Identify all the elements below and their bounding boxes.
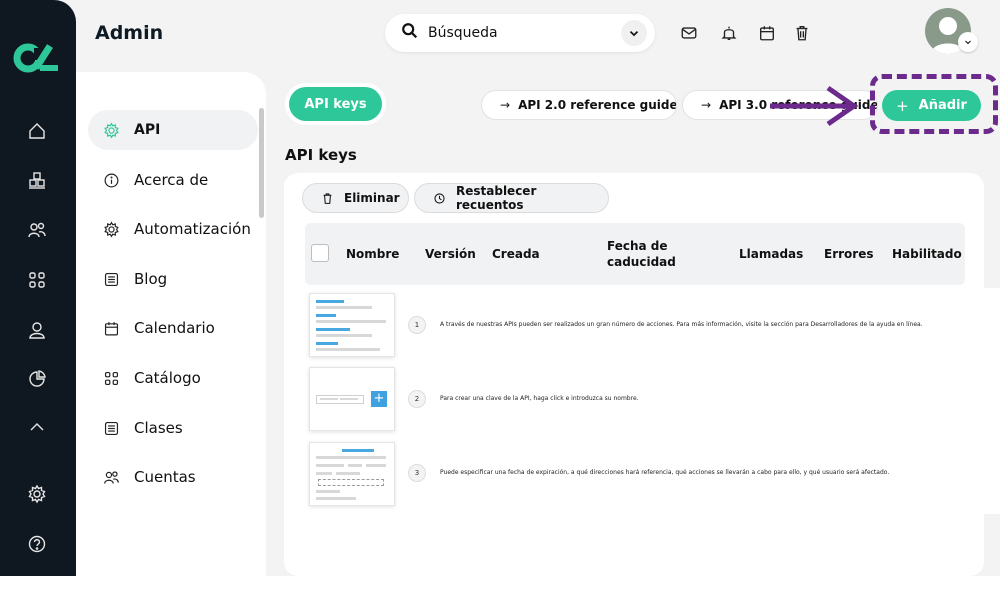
chevron-down-icon[interactable] [621, 20, 647, 46]
calendar-icon [102, 319, 120, 337]
sidebar-item-clases[interactable]: Clases [88, 408, 258, 448]
column-header-nombre[interactable]: Nombre [346, 246, 399, 262]
step-text: A través de nuestras APIs pueden ser rea… [440, 321, 923, 328]
api-2-reference-button[interactable]: → API 2.0 reference guide [481, 90, 677, 120]
sidebar-item-label: Cuentas [134, 468, 196, 486]
calendar-icon[interactable] [758, 24, 776, 42]
home-icon[interactable] [26, 120, 48, 142]
info-icon [102, 171, 120, 189]
sidebar-item-label: Automatización [134, 220, 251, 238]
column-header-fecha-caducidad[interactable]: Fecha de caducidad [607, 238, 687, 270]
search-input[interactable]: Búsqueda [428, 25, 498, 41]
sidebar-item-api[interactable]: API [88, 110, 258, 150]
instruction-thumbnail [309, 293, 395, 357]
help-icon[interactable] [26, 533, 48, 555]
sidebar-item-label: Blog [134, 270, 168, 288]
grid-icon[interactable] [26, 269, 48, 291]
step-number: 3 [408, 464, 426, 482]
sidebar-item-catalogo[interactable]: Catálogo [88, 358, 258, 398]
arrow-right-icon: → [701, 98, 712, 112]
button-label: API 2.0 reference guide [518, 98, 677, 112]
clock-icon [434, 192, 445, 204]
arrow-right-icon: → [500, 98, 511, 112]
chevron-up-icon[interactable] [26, 416, 48, 438]
sidebar-item-label: Clases [134, 419, 183, 437]
users-icon [102, 468, 120, 486]
sidebar-item-label: Calendario [134, 319, 215, 337]
sidebar-item-blog[interactable]: Blog [88, 259, 258, 299]
icon-rail [0, 0, 76, 576]
step-number: 2 [408, 390, 426, 408]
sidebar-item-automatizacion[interactable]: Automatización [88, 209, 258, 249]
column-header-version[interactable]: Versión [425, 246, 476, 262]
sidebar-item-label: Acerca de [134, 171, 209, 189]
sidebar-item-cuentas[interactable]: Cuentas [88, 457, 258, 497]
trash-icon[interactable] [793, 24, 811, 42]
button-label: Restablecer recuentos [456, 184, 537, 212]
avatar-menu-chevron-icon[interactable] [958, 32, 978, 52]
gear-icon [102, 220, 120, 238]
list-icon [102, 419, 120, 437]
gear-icon[interactable] [26, 483, 48, 505]
column-header-errores[interactable]: Errores [824, 246, 873, 262]
sidebar-item-label: Catálogo [134, 369, 201, 387]
bell-icon[interactable] [720, 24, 738, 42]
trash-icon [323, 192, 332, 204]
sidebar-item-acerca-de[interactable]: Acerca de [88, 160, 258, 200]
search-icon [401, 22, 419, 44]
page-title: Admin [95, 22, 164, 44]
mail-icon[interactable] [680, 24, 698, 42]
gear-icon [102, 121, 120, 139]
column-header-habilitado[interactable]: Habilitado [892, 246, 962, 262]
users-icon[interactable] [26, 219, 48, 241]
instruction-thumbnail: + [309, 367, 395, 431]
app-frame: Admin Búsqueda API Acerca de Automatizac… [0, 0, 1000, 576]
annotation-arrow [770, 85, 859, 127]
grid-icon [102, 369, 120, 387]
list-icon [102, 270, 120, 288]
instruction-thumbnail [309, 442, 395, 506]
button-label: Eliminar [344, 191, 400, 205]
pie-chart-icon[interactable] [26, 368, 48, 390]
app-logo [13, 43, 58, 73]
reset-counts-button[interactable]: Restablecer recuentos [414, 183, 609, 213]
boxes-icon[interactable] [26, 170, 48, 192]
section-title: API keys [285, 146, 357, 164]
sidebar-scrollbar[interactable] [259, 108, 264, 218]
page-margin [0, 576, 1000, 600]
step-number: 1 [408, 316, 426, 334]
select-all-checkbox[interactable] [311, 244, 329, 262]
step-text: Para crear una clave de la API, haga cli… [440, 395, 639, 402]
user-icon[interactable] [26, 319, 48, 341]
column-header-creada[interactable]: Creada [492, 246, 540, 262]
sidebar-item-calendario[interactable]: Calendario [88, 308, 258, 348]
delete-button[interactable]: Eliminar [302, 183, 409, 213]
search-box[interactable]: Búsqueda [385, 14, 655, 52]
sidebar-item-label: API [134, 122, 161, 138]
annotation-highlight-box [870, 74, 998, 134]
step-text: Puede especificar una fecha de expiració… [440, 469, 890, 476]
column-header-llamadas[interactable]: Llamadas [739, 246, 803, 262]
tab-api-keys[interactable]: API keys [289, 87, 382, 121]
